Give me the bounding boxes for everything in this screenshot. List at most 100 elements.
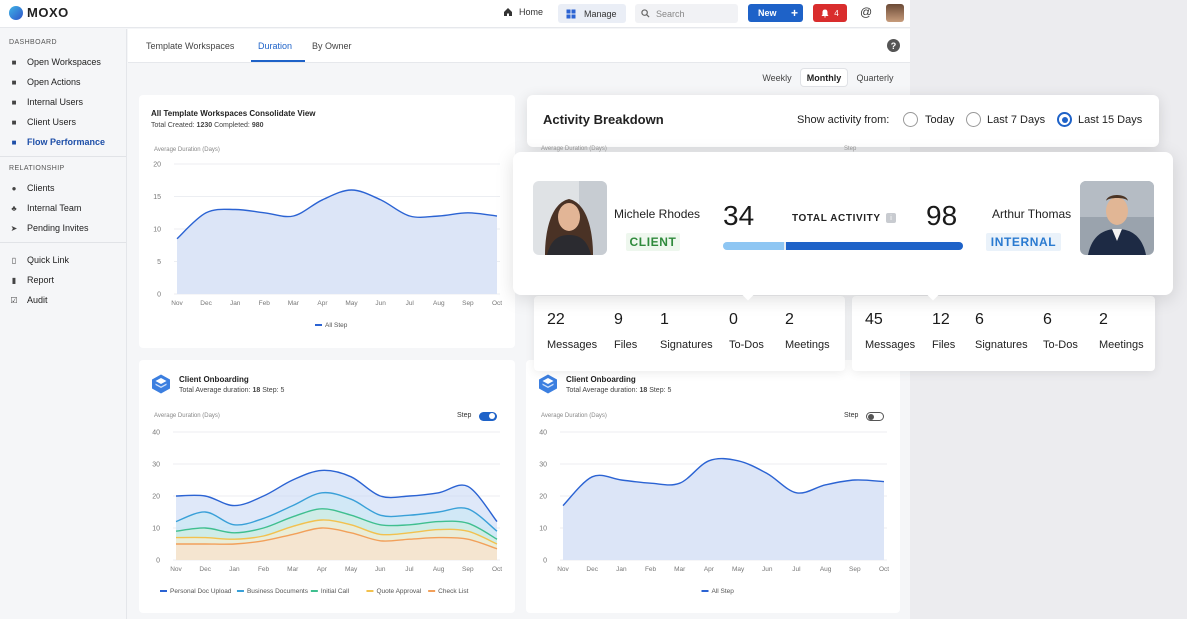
sidebar-item-label: Audit	[27, 295, 48, 305]
legend-swatch	[310, 590, 318, 592]
legend-label: All Step	[325, 322, 348, 329]
x-tick-label: Dec	[199, 566, 211, 573]
nav-manage[interactable]: Manage	[558, 4, 626, 23]
sidebar-item-label: Report	[27, 275, 55, 285]
legend-swatch	[236, 590, 244, 592]
tab-template-workspaces[interactable]: Template Workspaces	[146, 41, 234, 51]
x-tick-label: Feb	[259, 300, 271, 307]
internal-share-fill	[785, 242, 963, 250]
nav-home-label: Home	[519, 7, 544, 17]
sidebar-item-audit[interactable]: ☑ Audit	[0, 290, 126, 310]
mentions-icon[interactable]: @	[860, 5, 872, 19]
sidebar-item-open-actions[interactable]: ■ Open Actions	[0, 72, 126, 92]
sidebar-item-internal-users[interactable]: ■ Internal Users	[0, 92, 126, 112]
user-circle-icon: ●	[11, 183, 17, 193]
nav-manage-label: Manage	[584, 8, 617, 19]
help-icon[interactable]: ?	[887, 39, 900, 52]
notifications-button[interactable]: 4	[813, 4, 847, 22]
send-icon: ➤	[10, 223, 18, 233]
internal-role-badge: INTERNAL	[986, 233, 1061, 251]
internal-stats-card	[852, 296, 1155, 371]
y-tick-label: 20	[539, 494, 547, 501]
user-avatar[interactable]	[886, 4, 904, 22]
onboarding-steps-chart: 0 10 20 30 40 Nov Dec Jan Feb Mar Apr May Jun Jul Aug S…	[152, 430, 502, 596]
client-messages-count: 22	[547, 311, 565, 328]
y-tick-label: 10	[539, 526, 547, 533]
team-icon: ♣	[11, 203, 17, 213]
client-share-fill	[723, 242, 784, 250]
nav-home[interactable]: Home	[503, 7, 543, 17]
sidebar-item-client-users[interactable]: ■ Client Users	[0, 112, 126, 132]
legend-swatch	[366, 590, 374, 592]
y-tick-label: 15	[153, 194, 161, 201]
x-tick-label: Aug	[433, 300, 445, 307]
period-weekly[interactable]: Weekly	[756, 69, 798, 86]
x-tick-label: Aug	[820, 566, 832, 573]
x-tick-label: Oct	[492, 566, 502, 573]
x-tick-label: Nov	[170, 566, 182, 573]
legend-label: Quote Approval	[376, 588, 421, 595]
bell-icon	[821, 9, 829, 17]
y-tick-label: 30	[152, 462, 160, 469]
sidebar-item-report[interactable]: ▮ Report	[0, 270, 126, 290]
radio-today[interactable]	[903, 112, 918, 127]
bar-chart-icon: ▮	[11, 275, 17, 285]
x-tick-label: Apr	[317, 300, 328, 307]
x-tick-label: Jun	[375, 300, 386, 307]
x-tick-label: May	[732, 566, 745, 573]
sidebar-item-internal-team[interactable]: ♣ Internal Team	[0, 198, 126, 218]
radio-today-label[interactable]: Today	[925, 114, 954, 126]
onboarding-total-card: Client Onboarding Total Average duration…	[526, 360, 900, 613]
tag-icon: ■	[11, 117, 17, 127]
internal-todos-label: To-Dos	[1043, 339, 1078, 351]
onboarding-steps-card: Client Onboarding Total Average duration…	[139, 360, 515, 613]
x-tick-label: May	[345, 566, 358, 573]
sidebar-item-label: Internal Team	[27, 203, 82, 213]
search-input[interactable]: Search	[635, 4, 738, 23]
brand-logo[interactable]: MOXO	[9, 5, 69, 20]
client-role-badge: CLIENT	[626, 233, 680, 251]
plus-icon: +	[790, 6, 798, 20]
sidebar-divider	[0, 242, 126, 243]
period-monthly[interactable]: Monthly	[801, 69, 847, 86]
sidebar-item-pending-invites[interactable]: ➤ Pending Invites	[0, 218, 126, 238]
radio-last-15-days-label[interactable]: Last 15 Days	[1078, 114, 1142, 126]
new-button[interactable]: New +	[748, 4, 803, 22]
sidebar-divider	[0, 156, 126, 157]
y-tick-label: 10	[153, 227, 161, 234]
client-signatures-count: 1	[660, 311, 669, 328]
y-tick-label: 20	[153, 162, 161, 169]
activity-breakdown-panel: Activity Breakdown Show activity from: T…	[527, 95, 1159, 147]
x-tick-label: Jan	[229, 566, 240, 573]
y-tick-label: 30	[539, 462, 547, 469]
search-placeholder: Search	[656, 8, 685, 19]
client-signatures-label: Signatures	[660, 339, 713, 351]
x-tick-label: Jun	[762, 566, 773, 573]
x-tick-label: Jul	[792, 566, 801, 573]
sidebar-item-flow-performance[interactable]: ■ Flow Performance	[0, 132, 126, 152]
sidebar-item-label: Clients	[27, 183, 55, 193]
internal-meetings-label: Meetings	[1099, 339, 1144, 351]
x-tick-label: Oct	[492, 300, 502, 307]
sidebar-item-quick-link[interactable]: ▯ Quick Link	[0, 250, 126, 270]
radio-last-7-days-label[interactable]: Last 7 Days	[987, 114, 1045, 126]
internal-meetings-count: 2	[1099, 311, 1108, 328]
radio-last-15-days[interactable]	[1057, 112, 1072, 127]
radio-last-7-days[interactable]	[966, 112, 981, 127]
legend-swatch	[428, 590, 436, 592]
sidebar-item-clients[interactable]: ● Clients	[0, 178, 126, 198]
client-messages-label: Messages	[547, 339, 598, 351]
tab-duration[interactable]: Duration	[258, 41, 292, 51]
x-tick-label: Sep	[462, 300, 474, 307]
sidebar-item-label: Quick Link	[27, 255, 70, 265]
x-tick-label: Jun	[375, 566, 386, 573]
tag-icon: ■	[11, 137, 17, 147]
legend-label: Initial Call	[321, 588, 350, 595]
info-icon[interactable]: i	[886, 213, 896, 223]
sidebar-item-open-workspaces[interactable]: ■ Open Workspaces	[0, 52, 126, 72]
tab-by-owner[interactable]: By Owner	[312, 41, 352, 51]
x-tick-label: Sep	[849, 566, 861, 573]
x-tick-label: Mar	[288, 300, 300, 307]
period-quarterly[interactable]: Quarterly	[850, 69, 900, 86]
tag-icon: ■	[11, 77, 17, 87]
